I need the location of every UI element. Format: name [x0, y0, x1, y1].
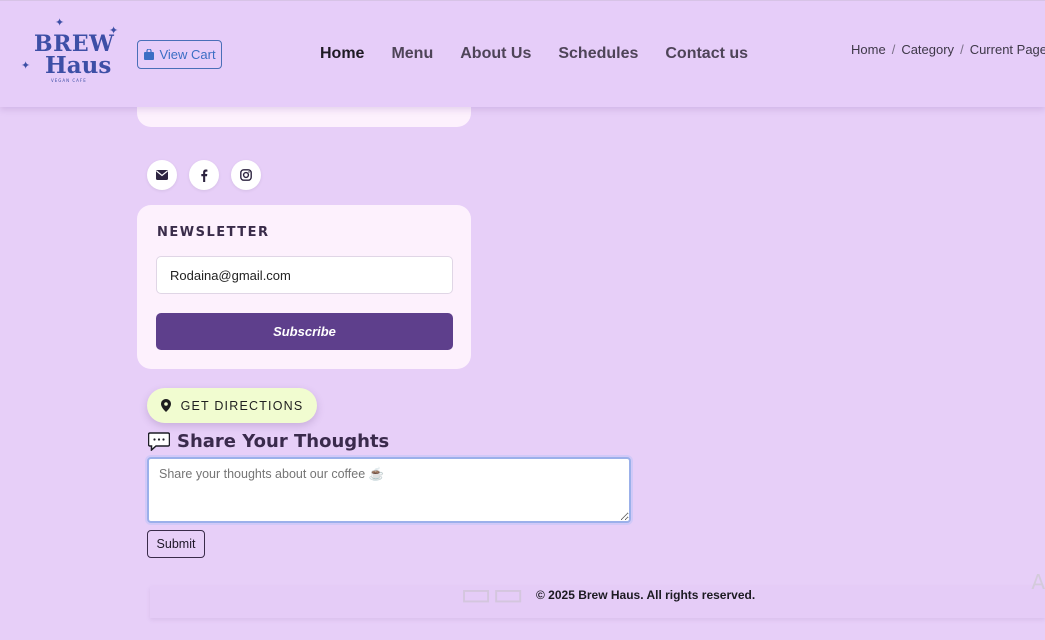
main-nav: Home Menu About Us Schedules Contact us — [320, 45, 748, 63]
get-directions-button[interactable]: GET DIRECTIONS — [147, 388, 317, 423]
thoughts-textarea[interactable] — [147, 457, 631, 523]
nav-schedules[interactable]: Schedules — [558, 45, 638, 63]
breadcrumb-category[interactable]: Category — [901, 42, 954, 57]
sparkle-icon: ✦ — [21, 59, 31, 72]
breadcrumb-current: Current Page — [969, 42, 1045, 57]
sparkle-icon: ✦ — [55, 16, 65, 29]
get-directions-label: GET DIRECTIONS — [180, 398, 304, 413]
logo-tagline: VEGAN CAFE — [51, 78, 87, 83]
copyright-text: © 2025 Brew Haus. All rights reserved. — [536, 588, 756, 602]
breadcrumb-separator: / — [960, 42, 964, 57]
brew-haus-logo[interactable]: ✦ ✦ ✦ BREW Haus VEGAN CAFE — [20, 17, 124, 89]
map-pin-icon — [160, 399, 171, 412]
newsletter-card: NEWSLETTER Subscribe — [137, 205, 471, 369]
share-thoughts-heading: Share Your Thoughts — [148, 431, 389, 452]
edge-decoration: A — [1031, 570, 1045, 594]
view-cart-button[interactable]: View Cart — [137, 40, 222, 69]
envelope-icon — [156, 170, 168, 180]
nav-home[interactable]: Home — [320, 45, 364, 63]
share-thoughts-title: Share Your Thoughts — [177, 431, 390, 452]
facebook-icon — [201, 169, 208, 182]
logo-line-2: Haus — [45, 52, 112, 79]
view-cart-label: View Cart — [159, 47, 216, 62]
nav-contact-us[interactable]: Contact us — [665, 45, 748, 63]
breadcrumb-home[interactable]: Home — [851, 42, 886, 57]
newsletter-email-input[interactable] — [156, 256, 453, 294]
shopping-bag-icon — [144, 49, 155, 60]
social-links — [147, 160, 261, 190]
nav-about-us[interactable]: About Us — [460, 45, 531, 63]
breadcrumb: Home / Category / Current Page — [851, 42, 1045, 57]
subscribe-button[interactable]: Subscribe — [156, 313, 453, 350]
instagram-link[interactable] — [231, 160, 261, 190]
facebook-link[interactable] — [189, 160, 219, 190]
submit-thoughts-button[interactable]: Submit — [147, 530, 205, 558]
instagram-icon — [240, 169, 252, 181]
speech-bubble-icon — [148, 432, 170, 451]
newsletter-title: NEWSLETTER — [157, 225, 270, 240]
site-header: ✦ ✦ ✦ BREW Haus VEGAN CAFE View Cart Hom… — [0, 0, 1045, 107]
breadcrumb-separator: / — [891, 42, 896, 57]
nav-menu[interactable]: Menu — [391, 45, 433, 63]
email-link[interactable] — [147, 160, 177, 190]
